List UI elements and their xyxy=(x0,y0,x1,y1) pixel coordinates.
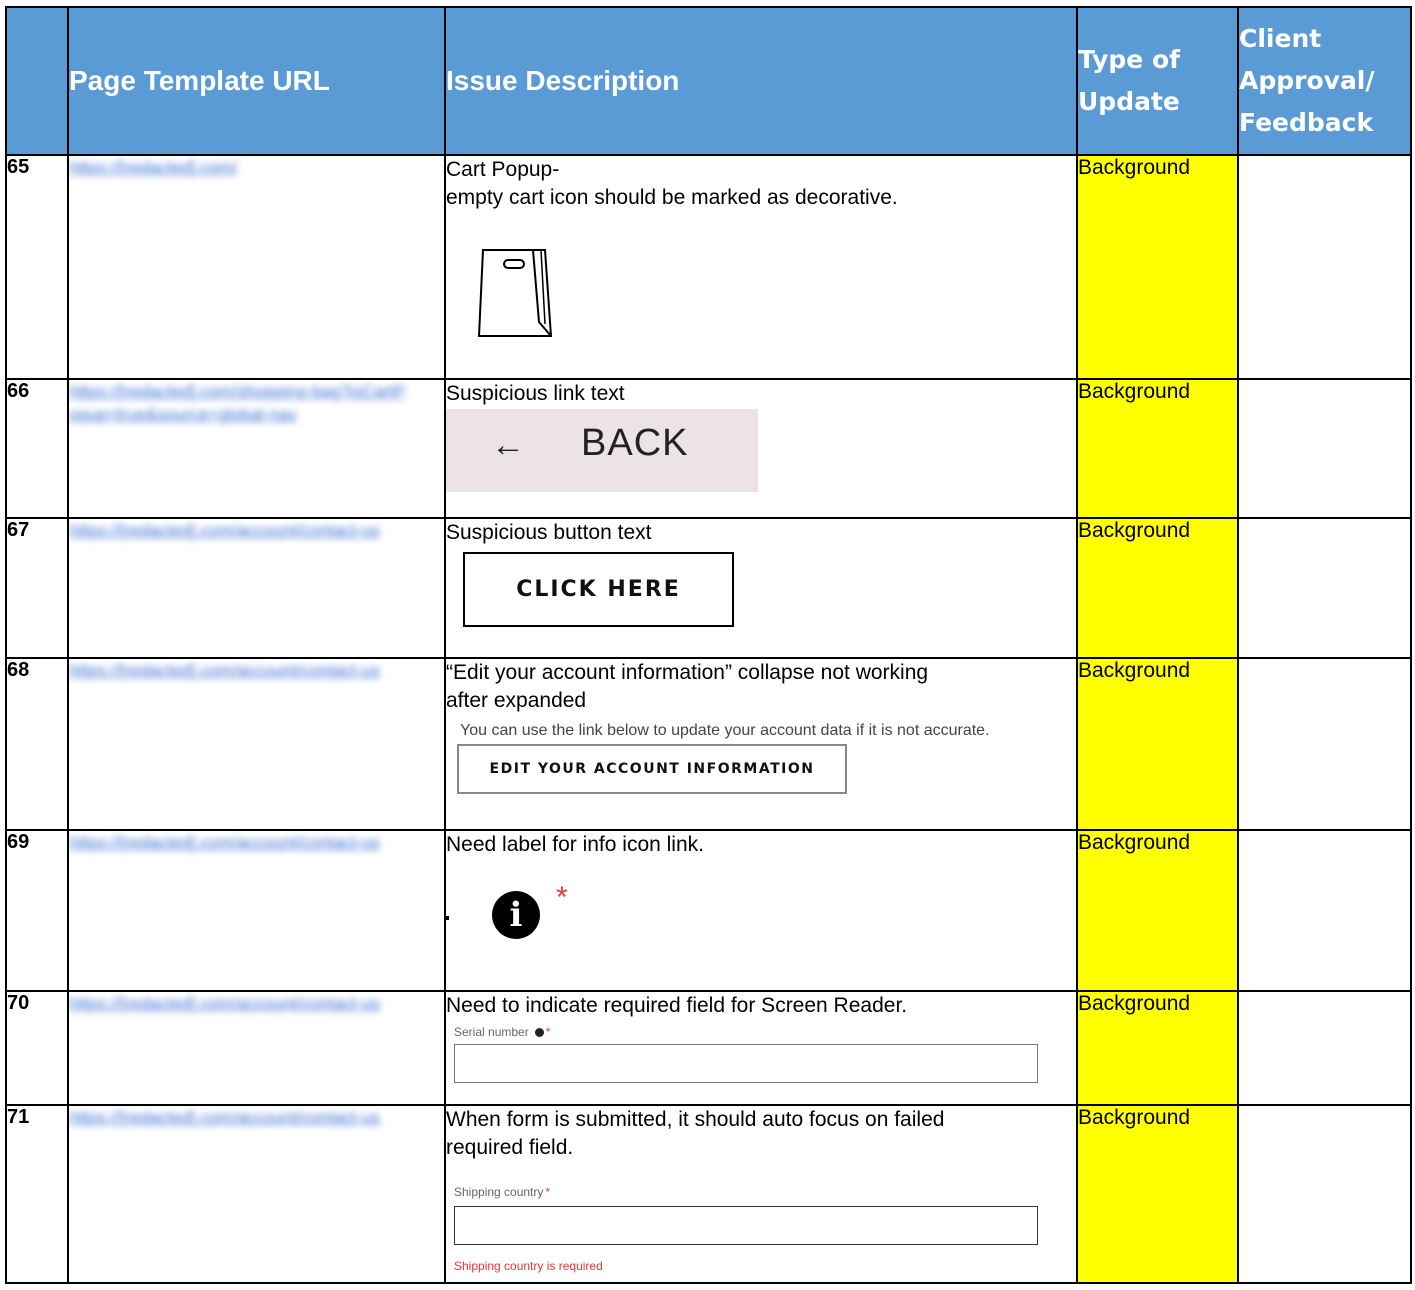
header-page-template-url: Page Template URL xyxy=(67,6,446,156)
account-note-text: You can use the link below to update you… xyxy=(460,722,990,739)
empty-bag-icon xyxy=(471,244,561,340)
client-feedback-cell[interactable] xyxy=(1237,154,1412,380)
description-cell: Need to indicate required field for Scre… xyxy=(444,990,1078,1106)
type-of-update-cell: Background xyxy=(1076,154,1239,380)
url-cell: https://[redacted].com/account/contact-u… xyxy=(67,829,446,992)
serial-number-label: Serial number * xyxy=(454,1024,1075,1040)
description-line: Cart Popup- xyxy=(446,158,560,181)
description-line: Suspicious button text xyxy=(446,521,652,544)
row-number: 65 xyxy=(5,154,69,380)
field-label-text: Serial number xyxy=(454,1025,529,1039)
row-number: 69 xyxy=(5,829,69,992)
edit-account-button-screenshot: EDIT YOUR ACCOUNT INFORMATION xyxy=(457,744,847,794)
client-feedback-cell[interactable] xyxy=(1237,657,1412,831)
page-url-link[interactable]: https://[redacted].com/account/contact-u… xyxy=(70,1107,409,1129)
header-issue-description: Issue Description xyxy=(444,6,1078,156)
page-url-link[interactable]: https://[redacted].com/account/contact-u… xyxy=(70,660,409,682)
description-cell: Cart Popup- empty cart icon should be ma… xyxy=(444,154,1078,380)
table-row: 67 https://[redacted].com/account/contac… xyxy=(5,517,1412,659)
table-row: 69 https://[redacted].com/account/contac… xyxy=(5,829,1412,992)
info-icon: i xyxy=(492,891,540,939)
client-feedback-cell[interactable] xyxy=(1237,517,1412,659)
table-row: 71 https://[redacted].com/account/contac… xyxy=(5,1104,1412,1284)
type-of-update-cell: Background xyxy=(1076,378,1239,519)
shipping-country-field-screenshot xyxy=(454,1206,1038,1245)
header-type-label: Type of Update xyxy=(1078,45,1180,116)
required-asterisk: * xyxy=(556,881,568,914)
url-cell: https://[redacted].com/shopping-bag?isCa… xyxy=(67,378,446,519)
client-feedback-cell[interactable] xyxy=(1237,990,1412,1106)
header-number xyxy=(5,6,69,156)
back-link-label: BACK xyxy=(581,422,689,464)
info-icon xyxy=(534,1028,544,1038)
arrow-left-icon: ← xyxy=(491,426,525,464)
page-url-link[interactable]: https://[redacted].com/account/contact-u… xyxy=(70,993,409,1015)
bullet-dot xyxy=(447,916,449,920)
header-row: Page Template URL Issue Description Type… xyxy=(5,6,1412,156)
table-row: 68 https://[redacted].com/account/contac… xyxy=(5,657,1412,831)
header-client-label: Client Approval/ Feedback xyxy=(1239,24,1375,137)
client-feedback-cell[interactable] xyxy=(1237,1104,1412,1284)
header-client-approval: Client Approval/ Feedback xyxy=(1237,6,1412,156)
serial-number-field-screenshot xyxy=(454,1044,1038,1083)
required-asterisk: * xyxy=(545,1025,551,1039)
shipping-country-error: Shipping country is required xyxy=(454,1259,603,1273)
description-cell: Need label for info icon link. i * xyxy=(444,829,1078,992)
back-link-screenshot: ← BACK xyxy=(447,409,758,492)
url-cell: https://[redacted].com/account/contact-u… xyxy=(67,1104,446,1284)
page-url-link[interactable]: https://[redacted].com/account/contact-u… xyxy=(70,520,409,542)
field-label-text: Shipping country xyxy=(454,1185,544,1199)
page-url-link[interactable]: https://[redacted].com/ xyxy=(70,157,409,179)
description-line: empty cart icon should be marked as deco… xyxy=(446,186,898,209)
table-row: 65 https://[redacted].com/ Cart Popup- e… xyxy=(5,154,1412,380)
row-number: 67 xyxy=(5,517,69,659)
row-number: 66 xyxy=(5,378,69,519)
url-cell: https://[redacted].com/account/contact-u… xyxy=(67,657,446,831)
description-cell: Suspicious button text CLICK HERE xyxy=(444,517,1078,659)
client-feedback-cell[interactable] xyxy=(1237,829,1412,992)
table-row: 66 https://[redacted].com/shopping-bag?i… xyxy=(5,378,1412,519)
required-asterisk: * xyxy=(545,1185,551,1199)
description-line: required field. xyxy=(446,1136,574,1159)
table-row: 70 https://[redacted].com/account/contac… xyxy=(5,990,1412,1106)
url-cell: https://[redacted].com/account/contact-u… xyxy=(67,990,446,1106)
url-cell: https://[redacted].com/account/contact-u… xyxy=(67,517,446,659)
description-cell: When form is submitted, it should auto f… xyxy=(444,1104,1078,1284)
description-line: When form is submitted, it should auto f… xyxy=(446,1108,945,1131)
type-of-update-cell: Background xyxy=(1076,1104,1239,1284)
description-line: Need label for info icon link. xyxy=(446,833,704,856)
row-number: 70 xyxy=(5,990,69,1106)
type-of-update-cell: Background xyxy=(1076,657,1239,831)
description-line: after expanded xyxy=(446,689,587,712)
shipping-country-label: Shipping country * xyxy=(454,1184,1075,1200)
description-line: Suspicious link text xyxy=(446,382,625,405)
click-here-button-screenshot: CLICK HERE xyxy=(463,552,734,627)
description-cell: Suspicious link text ← BACK xyxy=(444,378,1078,519)
row-number: 68 xyxy=(5,657,69,831)
client-feedback-cell[interactable] xyxy=(1237,378,1412,519)
issues-table: Page Template URL Issue Description Type… xyxy=(5,6,1412,1284)
type-of-update-cell: Background xyxy=(1076,990,1239,1106)
page-url-link[interactable]: https://[redacted].com/account/contact-u… xyxy=(70,832,409,854)
description-line: Need to indicate required field for Scre… xyxy=(446,994,908,1017)
page-url-link[interactable]: https://[redacted].com/shopping-bag?isCa… xyxy=(70,381,409,426)
row-number: 71 xyxy=(5,1104,69,1284)
type-of-update-cell: Background xyxy=(1076,829,1239,992)
url-cell: https://[redacted].com/ xyxy=(67,154,446,380)
info-icon-screenshot: i * xyxy=(447,881,1075,940)
description-line: “Edit your account information” collapse… xyxy=(446,661,929,684)
description-cell: “Edit your account information” collapse… xyxy=(444,657,1078,831)
type-of-update-cell: Background xyxy=(1076,517,1239,659)
header-type-of-update: Type of Update xyxy=(1076,6,1239,156)
